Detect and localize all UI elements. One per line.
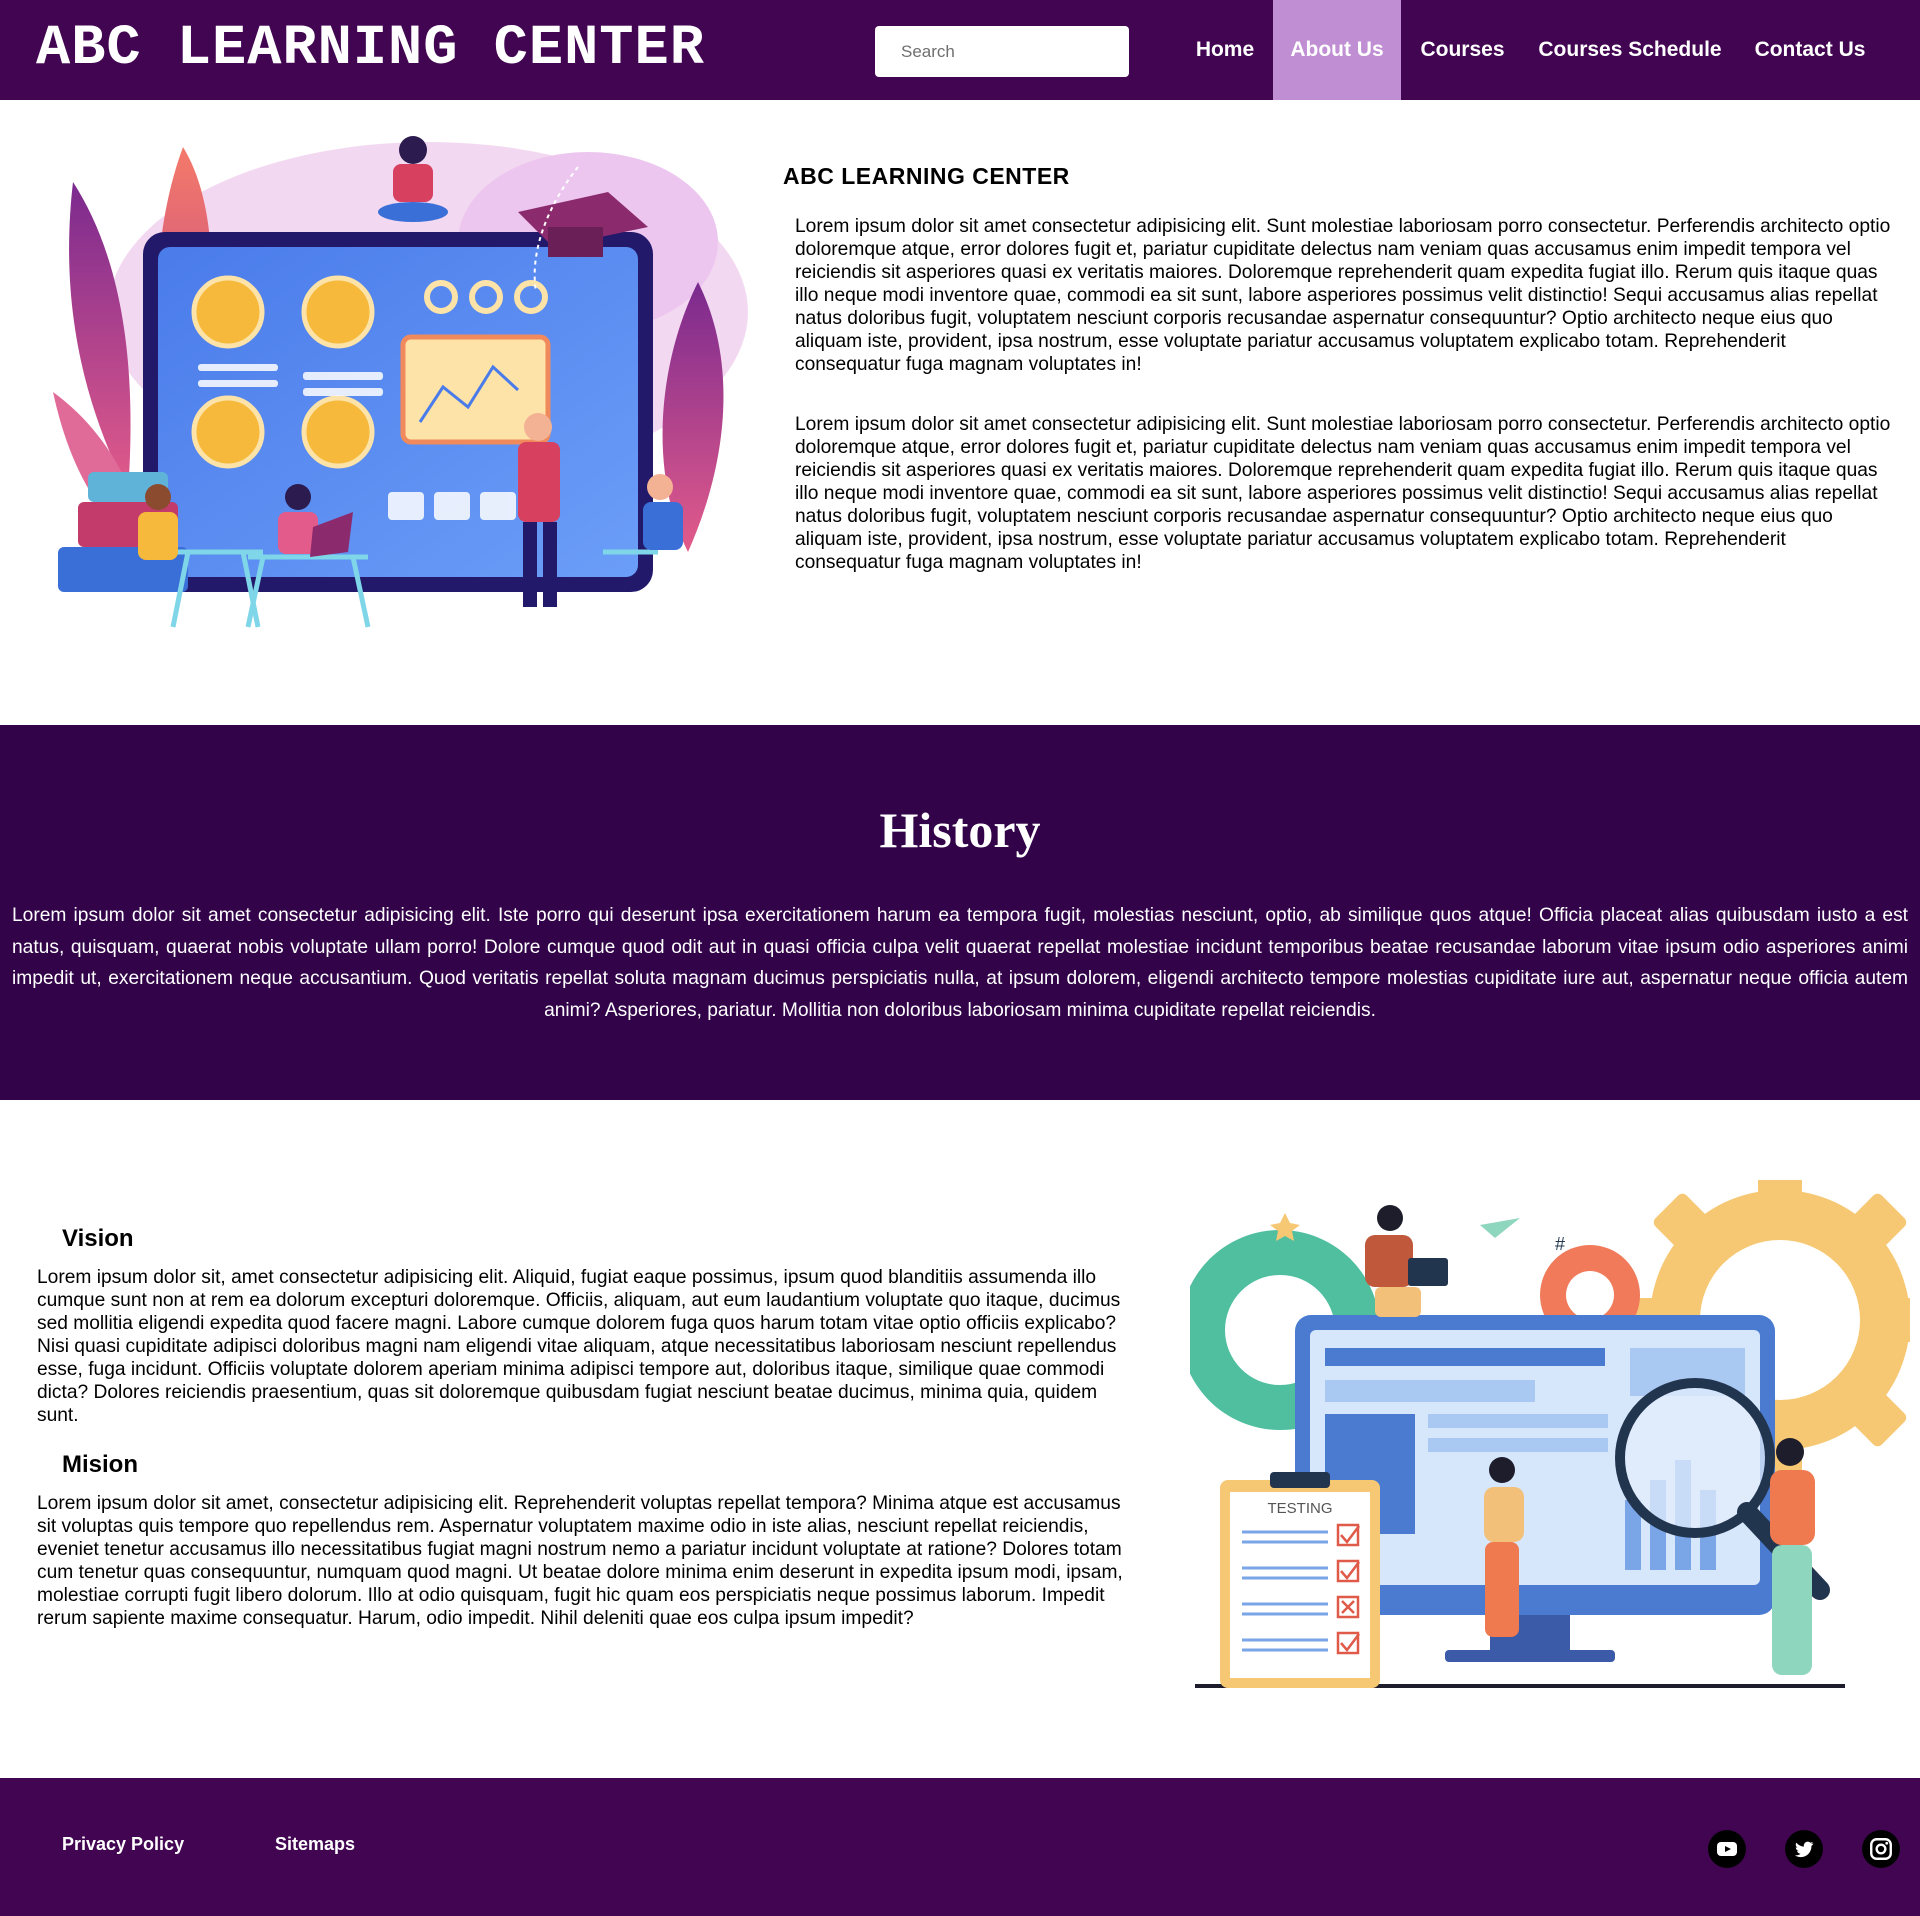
vision-text: Lorem ipsum dolor sit, amet consectetur … xyxy=(37,1267,1121,1426)
history-text: Lorem ipsum dolor sit amet consectetur a… xyxy=(12,905,1908,1021)
privacy-policy-link[interactable]: Privacy Policy xyxy=(62,1834,184,1855)
e-learning-illustration xyxy=(53,136,748,628)
search-input[interactable] xyxy=(875,26,1129,77)
history-title: History xyxy=(879,802,1041,858)
nav-courses-schedule[interactable]: Courses Schedule xyxy=(1532,0,1728,100)
youtube-icon[interactable] xyxy=(1708,1830,1746,1868)
about-paragraph: Lorem ipsum dolor sit amet consectetur a… xyxy=(795,216,1891,375)
mission-title: Mision xyxy=(62,1451,138,1478)
nav-contact-us[interactable]: Contact Us xyxy=(1745,0,1875,100)
about-title: ABC LEARNING CENTER xyxy=(783,163,1070,189)
sitemaps-link[interactable]: Sitemaps xyxy=(275,1834,355,1855)
nav-home[interactable]: Home xyxy=(1185,0,1265,100)
twitter-icon[interactable] xyxy=(1785,1830,1823,1868)
nav-about-us[interactable]: About Us xyxy=(1273,0,1401,100)
vision-title: Vision xyxy=(62,1225,134,1252)
instagram-icon[interactable] xyxy=(1862,1830,1900,1868)
site-header: ABC LEARNING CENTER Home About Us Course… xyxy=(0,0,1920,100)
about-paragraph: Lorem ipsum dolor sit amet consectetur a… xyxy=(795,414,1891,573)
site-footer: Privacy Policy Sitemaps xyxy=(0,1778,1920,1916)
mission-text: Lorem ipsum dolor sit amet, consectetur … xyxy=(37,1493,1123,1629)
brand-title[interactable]: ABC LEARNING CENTER xyxy=(36,14,705,84)
history-section: History Lorem ipsum dolor sit amet conse… xyxy=(0,725,1920,1100)
testing-label: TESTING xyxy=(1267,1500,1332,1517)
nav-courses[interactable]: Courses xyxy=(1410,0,1515,100)
svg-text:#: # xyxy=(1555,1234,1565,1254)
software-testing-illustration: TESTING # xyxy=(1190,1180,1910,1688)
